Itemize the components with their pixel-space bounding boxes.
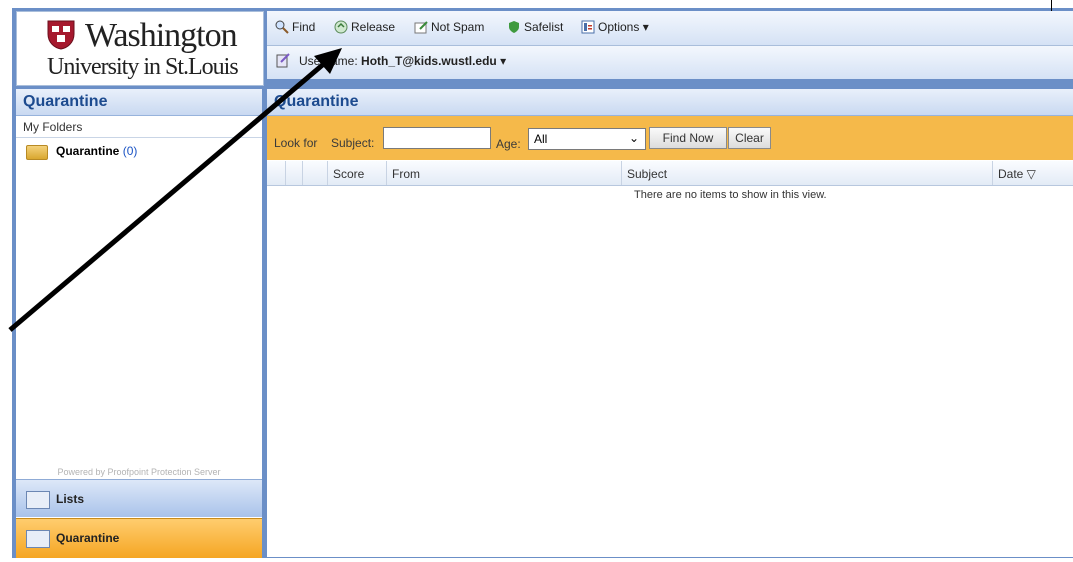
age-select[interactable]: All ⌄ <box>528 128 646 150</box>
table-header: Score From Subject Date ▽ <box>267 161 1073 186</box>
user-bar: Username: Hoth_T@kids.wustl.edu ▾ <box>267 46 1073 79</box>
column-subject-label: Subject <box>627 167 668 181</box>
options-label: Options ▾ <box>598 20 649 34</box>
safelist-label: Safelist <box>524 20 564 34</box>
age-label: Age: <box>496 137 521 151</box>
logo-title: Washington <box>85 17 238 54</box>
main-panel-header: Quarantine <box>267 89 1073 116</box>
shield-icon <box>509 21 519 33</box>
column-flag[interactable] <box>285 161 302 185</box>
not-spam-label: Not Spam <box>431 20 485 34</box>
username-label: Username: <box>299 54 358 68</box>
release-icon <box>334 20 348 34</box>
nav-lists-label: Lists <box>56 492 85 506</box>
column-select[interactable] <box>302 161 321 185</box>
pencil-icon <box>414 21 428 34</box>
age-selected-value: All <box>534 132 548 146</box>
toolbar: Find Release Not Spam Safelist Options ▾ <box>267 11 1073 46</box>
nav-quarantine[interactable]: Quarantine <box>16 518 262 558</box>
my-folders-heading: My Folders <box>16 117 262 138</box>
left-panel: Quarantine My Folders Quarantine (0) Pow… <box>16 89 262 558</box>
column-subject[interactable]: Subject <box>621 161 992 185</box>
folder-label: Quarantine <box>56 144 120 158</box>
nav-quarantine-label: Quarantine <box>56 531 120 545</box>
find-label: Find <box>292 20 316 34</box>
subject-input[interactable] <box>383 127 491 149</box>
column-from-label: From <box>392 167 420 181</box>
chevron-down-icon: ⌄ <box>628 131 639 145</box>
crest-icon <box>47 20 75 50</box>
look-for-label: Look for <box>274 136 318 150</box>
folder-icon <box>26 145 48 160</box>
column-date[interactable]: Date ▽ <box>992 161 1073 185</box>
lists-icon <box>26 491 50 509</box>
user-icon <box>276 53 290 68</box>
safelist-button[interactable]: Safelist <box>507 20 563 34</box>
release-label: Release <box>351 20 396 34</box>
username-value: Hoth_T@kids.wustl.edu <box>361 54 497 68</box>
find-button[interactable]: Find <box>275 20 315 34</box>
find-now-button[interactable]: Find Now <box>649 127 727 149</box>
my-folders-label: My Folders <box>23 120 83 134</box>
main-panel-title: Quarantine <box>274 93 359 110</box>
main-panel: Quarantine Look for Subject: Age: All ⌄ … <box>267 89 1073 557</box>
quarantine-icon <box>26 530 50 548</box>
search-bar: Look for Subject: Age: All ⌄ Find Now Cl… <box>267 116 1073 160</box>
university-logo: Washington University in St.Louis <box>16 11 264 86</box>
options-menu[interactable]: Options ▾ <box>581 20 649 34</box>
release-button[interactable]: Release <box>334 20 395 34</box>
nav-lists[interactable]: Lists <box>16 479 262 517</box>
subject-label: Subject: <box>331 136 375 150</box>
user-menu[interactable]: Username: Hoth_T@kids.wustl.edu ▾ <box>299 54 506 68</box>
folder-item-quarantine[interactable]: Quarantine (0) <box>24 142 224 160</box>
left-panel-title: Quarantine <box>23 93 108 110</box>
column-date-label: Date ▽ <box>998 167 1036 181</box>
empty-message: There are no items to show in this view. <box>634 189 827 201</box>
column-score[interactable]: Score <box>327 161 388 185</box>
column-from[interactable]: From <box>386 161 622 185</box>
folder-count: (0) <box>122 144 138 158</box>
powered-by-text: Powered by Proofpoint Protection Server <box>57 467 221 477</box>
left-panel-header: Quarantine <box>16 89 262 116</box>
clear-button[interactable]: Clear <box>728 127 771 149</box>
column-score-label: Score <box>333 167 365 181</box>
options-icon <box>581 20 595 34</box>
not-spam-button[interactable]: Not Spam <box>414 20 484 34</box>
magnifier-icon <box>275 20 289 34</box>
logo-subtitle: University in St.Louis <box>47 54 239 80</box>
